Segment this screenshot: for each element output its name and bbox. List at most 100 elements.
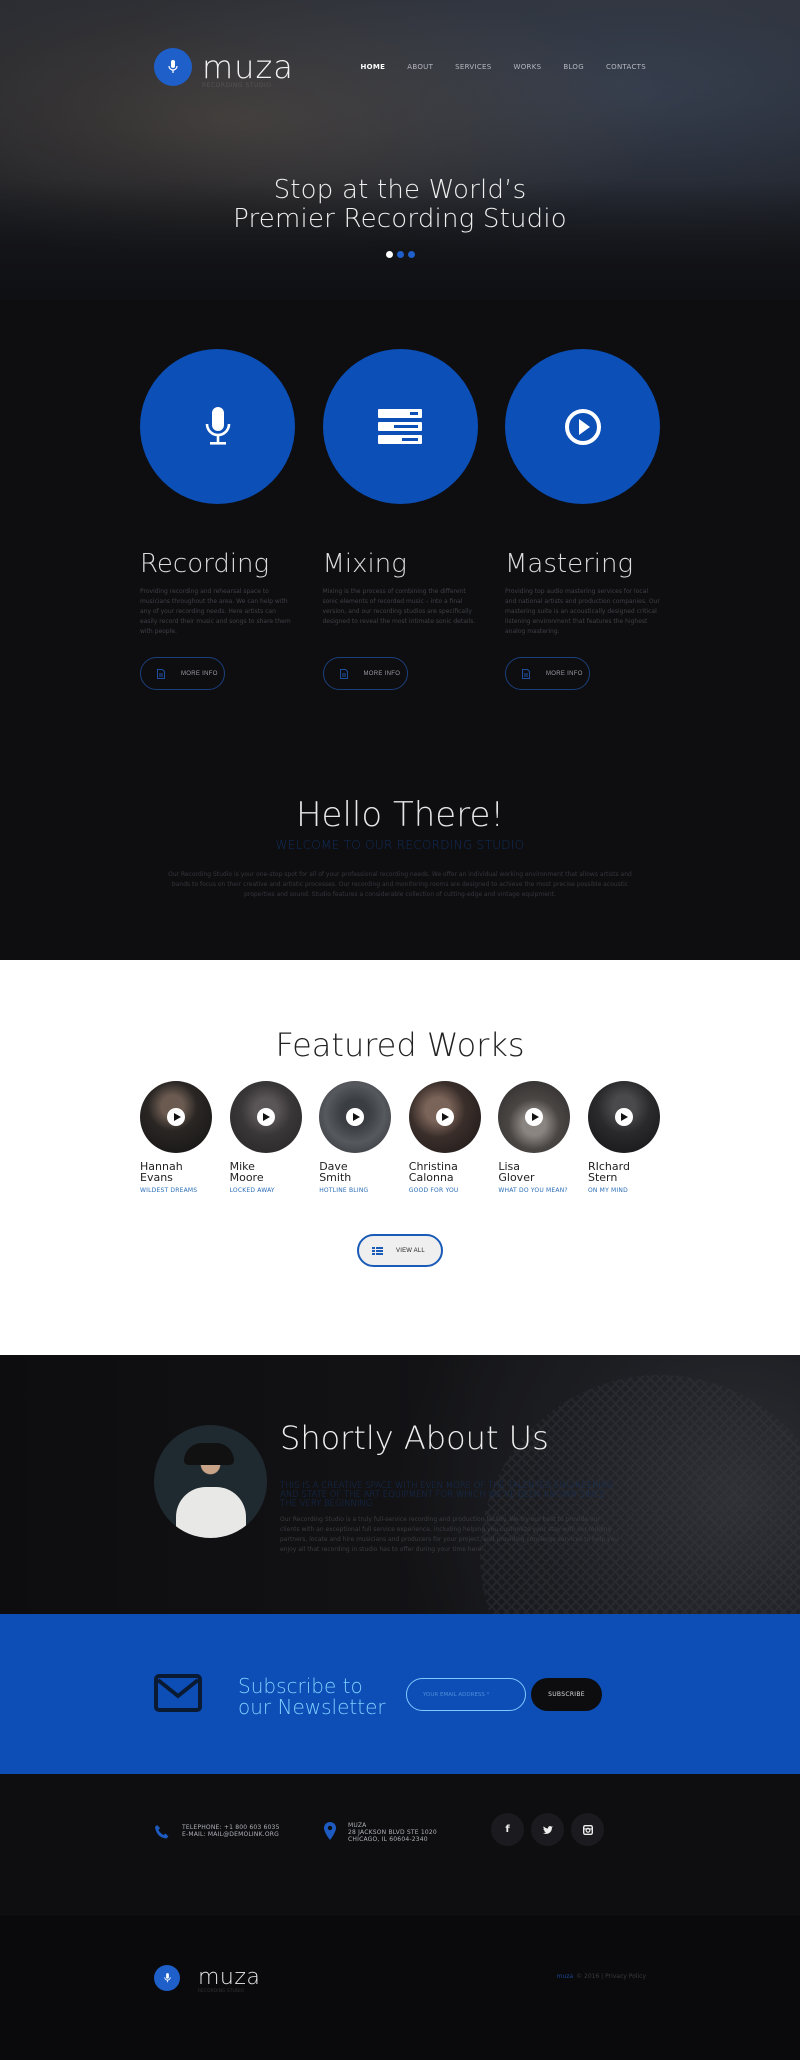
works-list: Hannah Evans WILDEST DREAMS Mike Moore LOC… <box>140 1081 660 1194</box>
service-circle[interactable] <box>140 349 295 504</box>
view-all-label: VIEW ALL <box>396 1247 425 1254</box>
main-nav: HOME ABOUT SERVICES WORKS BLOG CONTACTS <box>339 63 647 71</box>
play-circle-icon <box>564 408 601 445</box>
artist-name: Lisa Glover <box>498 1160 535 1184</box>
play-icon[interactable] <box>256 1108 275 1126</box>
featured-works-section: Featured Works Hannah Evans WILDEST DREAM… <box>0 960 800 1355</box>
work-item[interactable]: Christina Calonna GOOD FOR YOU <box>408 1081 481 1194</box>
service-description: Providing top audio mastering services f… <box>505 588 660 635</box>
song-title[interactable]: HOTLINE BLING <box>319 1187 391 1194</box>
hello-section: Hello There! WELCOME TO OUR RECORDING ST… <box>0 795 800 900</box>
nav-blog[interactable]: BLOG <box>563 63 584 71</box>
microphone-logo-icon <box>154 48 192 86</box>
copyright-text[interactable]: © 2016 | Privacy Policy <box>576 1973 646 1980</box>
social-links: f <box>491 1813 604 1846</box>
phone-text[interactable]: TELEPHONE: +1 800 603 6035 <box>182 1824 280 1831</box>
document-icon <box>157 668 165 679</box>
song-title[interactable]: LOCKED AWAY <box>230 1187 302 1194</box>
nav-home[interactable]: HOME <box>361 63 386 71</box>
slider-dot[interactable] <box>385 251 393 258</box>
artist-photo[interactable] <box>140 1081 212 1153</box>
contact-address: MUZA 28 JACKSON BLVD STE 1020 CHICAGO, I… <box>324 1822 437 1843</box>
more-info-button[interactable]: MORE INFO <box>140 657 225 690</box>
hero-title: Stop at the World’s Premier Recording St… <box>0 176 800 234</box>
work-item[interactable]: Mike Moore LOCKED AWAY <box>229 1081 302 1194</box>
footer-logo[interactable]: muza <box>154 1965 260 1991</box>
play-icon[interactable] <box>346 1108 365 1126</box>
service-recording: Recording Providing recording and rehear… <box>140 349 295 690</box>
logo[interactable]: muza RECORDING STUDIO <box>154 48 294 89</box>
copyright-brand: muza <box>556 1973 574 1980</box>
service-title: Mixing <box>322 549 407 579</box>
work-item[interactable]: Dave Smith HOTLINE BLING <box>319 1081 392 1194</box>
contact-section: TELEPHONE: +1 800 603 6035 E-MAIL: MAIL@… <box>0 1774 800 1914</box>
document-icon <box>339 668 348 679</box>
more-info-label: MORE INFO <box>181 670 218 677</box>
artist-photo[interactable] <box>498 1081 571 1153</box>
artist-photo[interactable] <box>319 1081 392 1153</box>
work-item[interactable]: Lisa Glover WHAT DO YOU MEAN? <box>498 1081 571 1194</box>
nav-contacts[interactable]: CONTACTS <box>606 63 646 71</box>
play-icon[interactable] <box>525 1108 544 1126</box>
newsletter-section: Subscribe toour Newsletter SUBSCRIBE <box>0 1614 800 1774</box>
nav-about[interactable]: ABOUT <box>407 63 433 71</box>
more-info-label: MORE INFO <box>546 670 583 677</box>
hello-text: Our Recording Studio is your one-stop sp… <box>168 871 632 898</box>
play-icon[interactable] <box>614 1108 633 1126</box>
contact-phone-email: TELEPHONE: +1 800 603 6035 E-MAIL: MAIL@… <box>154 1824 280 1840</box>
song-title[interactable]: WHAT DO YOU MEAN? <box>498 1187 570 1194</box>
more-info-button[interactable]: MORE INFO <box>505 657 590 690</box>
view-all-button[interactable]: VIEW ALL <box>357 1234 443 1267</box>
play-icon[interactable] <box>167 1108 185 1126</box>
slider-dot[interactable] <box>396 251 404 258</box>
work-item[interactable]: Hannah Evans WILDEST DREAMS <box>140 1081 212 1194</box>
slider-dot[interactable] <box>407 251 415 258</box>
artist-photo[interactable] <box>229 1081 302 1153</box>
phone-icon <box>155 1825 169 1839</box>
artist-photo[interactable] <box>587 1081 660 1153</box>
site-header: muza RECORDING STUDIO HOME ABOUT SERVICE… <box>154 48 647 89</box>
play-icon[interactable] <box>435 1108 454 1126</box>
about-title: Shortly About Us <box>280 1419 549 1457</box>
hero-section: muza RECORDING STUDIO HOME ABOUT SERVICE… <box>0 0 800 300</box>
nav-services[interactable]: SERVICES <box>455 63 491 71</box>
song-title[interactable]: ON MY MIND <box>588 1187 660 1194</box>
more-info-label: MORE INFO <box>363 670 401 677</box>
footer-logo-text: muza <box>198 1965 261 1990</box>
song-title[interactable]: GOOD FOR YOU <box>409 1187 481 1194</box>
services-section: Recording Providing recording and rehear… <box>0 300 800 960</box>
instagram-icon[interactable] <box>571 1813 604 1846</box>
email-input[interactable] <box>406 1678 526 1711</box>
service-mastering: Mastering Providing top audio mastering … <box>505 349 660 690</box>
facebook-icon[interactable]: f <box>491 1813 524 1846</box>
location-pin-icon <box>324 1822 336 1840</box>
about-text: Our Recording Studio is a truly full-ser… <box>280 1516 619 1553</box>
microphone-icon <box>205 406 230 445</box>
twitter-icon[interactable] <box>531 1813 564 1846</box>
email-text[interactable]: E-MAIL: MAIL@DEMOLINK.ORG <box>182 1831 280 1838</box>
service-title: Mastering <box>505 549 634 579</box>
service-circle[interactable] <box>322 349 478 504</box>
work-item[interactable]: RIchard Stern ON MY MIND <box>587 1081 660 1194</box>
artist-name: Hannah Evans <box>140 1160 183 1184</box>
logo-tagline: RECORDING STUDIO <box>202 82 272 89</box>
service-description: Mixing is the process of combining the d… <box>322 588 476 625</box>
nav-works[interactable]: WORKS <box>514 63 542 71</box>
logo-text: muza <box>202 48 294 86</box>
service-description: Providing recording and rehearsal space … <box>140 588 291 635</box>
artist-name: Dave Smith <box>319 1160 352 1184</box>
more-info-button[interactable]: MORE INFO <box>322 657 408 690</box>
footer-tagline: RECORDING STUDIO <box>198 1989 245 1994</box>
subscribe-button[interactable]: SUBSCRIBE <box>531 1678 602 1711</box>
microphone-logo-icon <box>154 1965 180 1991</box>
about-subtitle: THIS IS A CREATIVE SPACE WITH EVEN MORE … <box>280 1481 614 1509</box>
service-mixing: Mixing Mixing is the process of combinin… <box>322 349 478 690</box>
slider-pagination <box>0 251 800 258</box>
service-circle[interactable] <box>505 349 660 504</box>
document-icon <box>522 668 530 679</box>
artist-name: Mike Moore <box>229 1160 264 1184</box>
mixer-icon <box>378 408 422 444</box>
artist-photo[interactable] <box>408 1081 481 1153</box>
song-title[interactable]: WILDEST DREAMS <box>140 1187 212 1194</box>
artist-name: RIchard Stern <box>587 1160 630 1184</box>
